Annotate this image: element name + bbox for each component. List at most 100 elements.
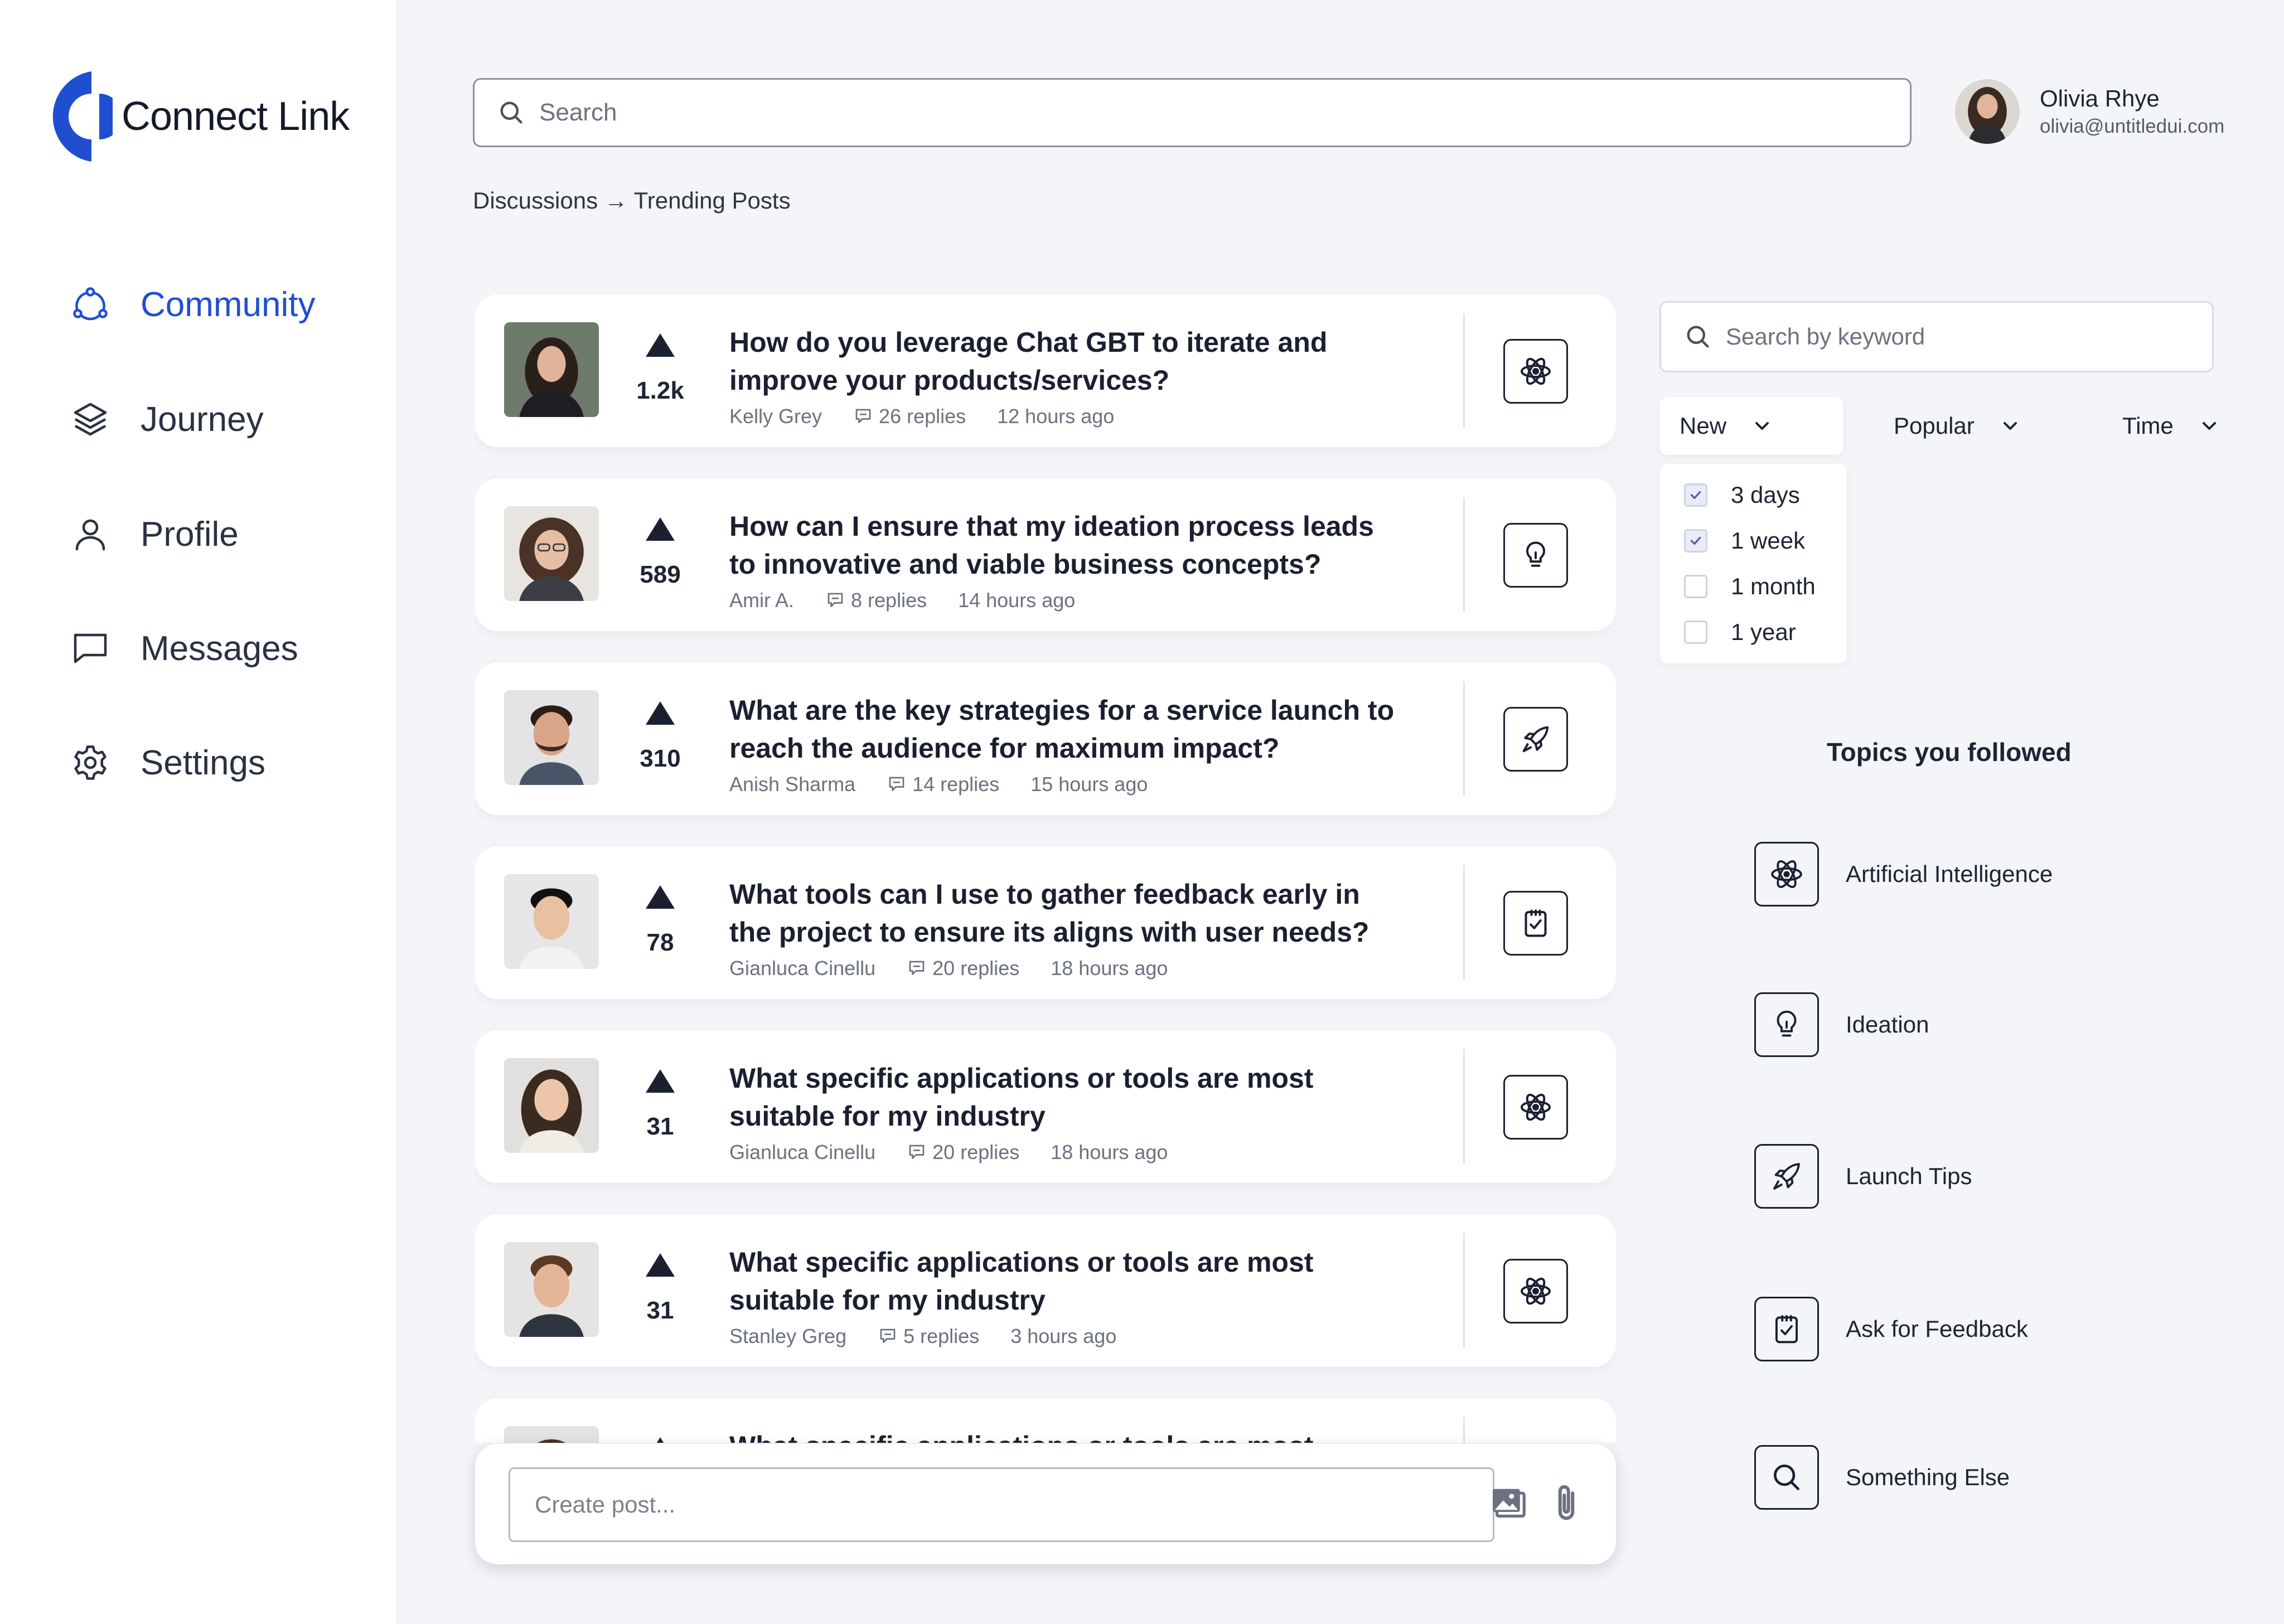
reply-count[interactable]: 20 replies xyxy=(932,957,1019,980)
post-time: 18 hours ago xyxy=(1051,1141,1168,1164)
user-icon xyxy=(75,519,105,551)
time-option-1-week[interactable]: 1 week xyxy=(1684,527,1805,554)
filter-popular-dropdown[interactable]: Popular xyxy=(1894,397,2021,455)
topic-label: Ask for Feedback xyxy=(1846,1316,2028,1342)
upvote-button[interactable] xyxy=(646,701,675,725)
post-author-avatar xyxy=(504,690,599,785)
keyword-search[interactable] xyxy=(1659,301,2214,372)
post-card[interactable]: What specific applications or tools are … xyxy=(475,1398,1616,1443)
atom-icon xyxy=(1771,860,1802,888)
user-menu[interactable]: Olivia Rhye olivia@untitledui.com xyxy=(1955,79,2224,144)
post-meta: Gianluca Cinellu 20 replies 18 hours ago xyxy=(729,1141,1168,1164)
filter-label: New xyxy=(1680,413,1727,439)
post-title[interactable]: What are the key strategies for a servic… xyxy=(729,691,1399,767)
post-title[interactable]: How do you leverage Chat GBT to iterate … xyxy=(729,323,1399,399)
checkbox[interactable] xyxy=(1684,575,1707,598)
post-title[interactable]: How can I ensure that my ideation proces… xyxy=(729,507,1399,583)
reply-count[interactable]: 20 replies xyxy=(932,1141,1019,1164)
comment-icon xyxy=(909,961,925,975)
upvote-button[interactable] xyxy=(646,1253,675,1277)
vote-count: 589 xyxy=(640,561,681,588)
filter-time-dropdown[interactable]: Time xyxy=(2122,397,2220,455)
filter-new-dropdown[interactable]: New xyxy=(1659,397,1843,455)
topics-heading: Topics you followed xyxy=(1827,738,2072,767)
time-option-3-days[interactable]: 3 days xyxy=(1684,482,1800,508)
check-icon xyxy=(1690,536,1701,545)
topic-ideation[interactable]: Ideation xyxy=(1754,992,1929,1057)
topic-badge[interactable] xyxy=(1503,1075,1568,1140)
vote-count: 31 xyxy=(646,1113,674,1140)
sidebar-item-label: Profile xyxy=(141,515,239,554)
post-author[interactable]: Anish Sharma xyxy=(729,773,855,796)
sidebar-item-community[interactable]: Community xyxy=(70,284,316,324)
keyword-search-input[interactable] xyxy=(1726,323,2205,350)
post-card[interactable]: 1.2k How do you leverage Chat GBT to ite… xyxy=(475,294,1616,447)
post-card[interactable]: 31 What specific applications or tools a… xyxy=(475,1030,1616,1183)
sidebar-item-label: Messages xyxy=(141,629,298,668)
time-option-1-year[interactable]: 1 year xyxy=(1684,619,1796,646)
topic-ask-for-feedback[interactable]: Ask for Feedback xyxy=(1754,1297,2028,1361)
topic-something-else[interactable]: Something Else xyxy=(1754,1445,2010,1510)
lightbulb-icon xyxy=(1777,1010,1797,1037)
topic-badge[interactable] xyxy=(1503,1259,1568,1324)
post-author[interactable]: Gianluca Cinellu xyxy=(729,1141,875,1164)
sidebar-item-messages[interactable]: Messages xyxy=(70,628,298,668)
reply-count[interactable]: 8 replies xyxy=(851,589,927,612)
topic-badge[interactable] xyxy=(1503,523,1568,588)
reply-count[interactable]: 26 replies xyxy=(879,405,966,428)
sidebar-item-profile[interactable]: Profile xyxy=(70,514,239,554)
post-author[interactable]: Amir A. xyxy=(729,589,794,612)
vote-count: 1.2k xyxy=(636,377,684,404)
sidebar-item-label: Settings xyxy=(141,743,266,782)
checkbox[interactable] xyxy=(1684,620,1707,644)
upvote-button[interactable] xyxy=(646,1437,675,1443)
topic-artificial-intelligence[interactable]: Artificial Intelligence xyxy=(1754,842,2053,906)
divider xyxy=(1463,1049,1465,1164)
app-logo[interactable]: Connect Link xyxy=(46,69,350,164)
post-card[interactable]: 31 What specific applications or tools a… xyxy=(475,1214,1616,1367)
search-input[interactable] xyxy=(539,99,1822,127)
add-image-button[interactable] xyxy=(1484,1478,1535,1529)
post-card[interactable]: 310 What are the key strategies for a se… xyxy=(475,662,1616,815)
option-label: 1 week xyxy=(1731,527,1806,554)
comment-icon xyxy=(909,1145,925,1159)
reply-count[interactable]: 5 replies xyxy=(903,1325,979,1348)
attach-file-button[interactable] xyxy=(1541,1478,1591,1529)
checkbox[interactable] xyxy=(1684,529,1707,552)
reply-count[interactable]: 14 replies xyxy=(912,773,999,796)
create-post-input[interactable] xyxy=(509,1467,1494,1542)
topic-badge[interactable] xyxy=(1503,339,1568,404)
post-card[interactable]: 78 What tools can I use to gather feedba… xyxy=(475,846,1616,999)
upvote-button[interactable] xyxy=(646,333,675,357)
vote-count: 310 xyxy=(640,745,681,772)
topic-launch-tips[interactable]: Launch Tips xyxy=(1754,1144,1972,1209)
upvote-button[interactable] xyxy=(646,885,675,909)
topic-badge[interactable] xyxy=(1503,891,1568,956)
divider xyxy=(1463,681,1465,796)
avatar[interactable] xyxy=(1955,79,2020,144)
post-card[interactable]: 589 How can I ensure that my ideation pr… xyxy=(475,478,1616,631)
post-meta: Stanley Greg 5 replies 3 hours ago xyxy=(729,1325,1116,1348)
post-author[interactable]: Gianluca Cinellu xyxy=(729,957,875,980)
post-author[interactable]: Kelly Grey xyxy=(729,405,822,428)
comment-icon xyxy=(889,777,904,791)
post-author[interactable]: Stanley Greg xyxy=(729,1325,846,1348)
post-time: 12 hours ago xyxy=(997,405,1115,428)
topic-badge[interactable] xyxy=(1503,707,1568,772)
chevron-down-icon xyxy=(2003,422,2017,430)
comment-icon xyxy=(855,409,871,423)
app-name: Connect Link xyxy=(122,94,350,139)
post-title[interactable]: What tools can I use to gather feedback … xyxy=(729,875,1399,951)
time-option-1-month[interactable]: 1 month xyxy=(1684,573,1816,600)
upvote-button[interactable] xyxy=(646,517,675,541)
checkbox[interactable] xyxy=(1684,483,1707,507)
post-title[interactable]: What specific applications or tools are … xyxy=(729,1059,1399,1135)
post-title[interactable]: What specific applications or tools are … xyxy=(729,1427,1399,1443)
upvote-button[interactable] xyxy=(646,1069,675,1093)
global-search[interactable] xyxy=(473,78,1912,147)
rocket-icon xyxy=(1522,726,1549,753)
sidebar-item-journey[interactable]: Journey xyxy=(70,399,264,439)
post-title[interactable]: What specific applications or tools are … xyxy=(729,1243,1399,1319)
sidebar-item-settings[interactable]: Settings xyxy=(70,743,265,783)
search-icon xyxy=(1774,1465,1799,1490)
